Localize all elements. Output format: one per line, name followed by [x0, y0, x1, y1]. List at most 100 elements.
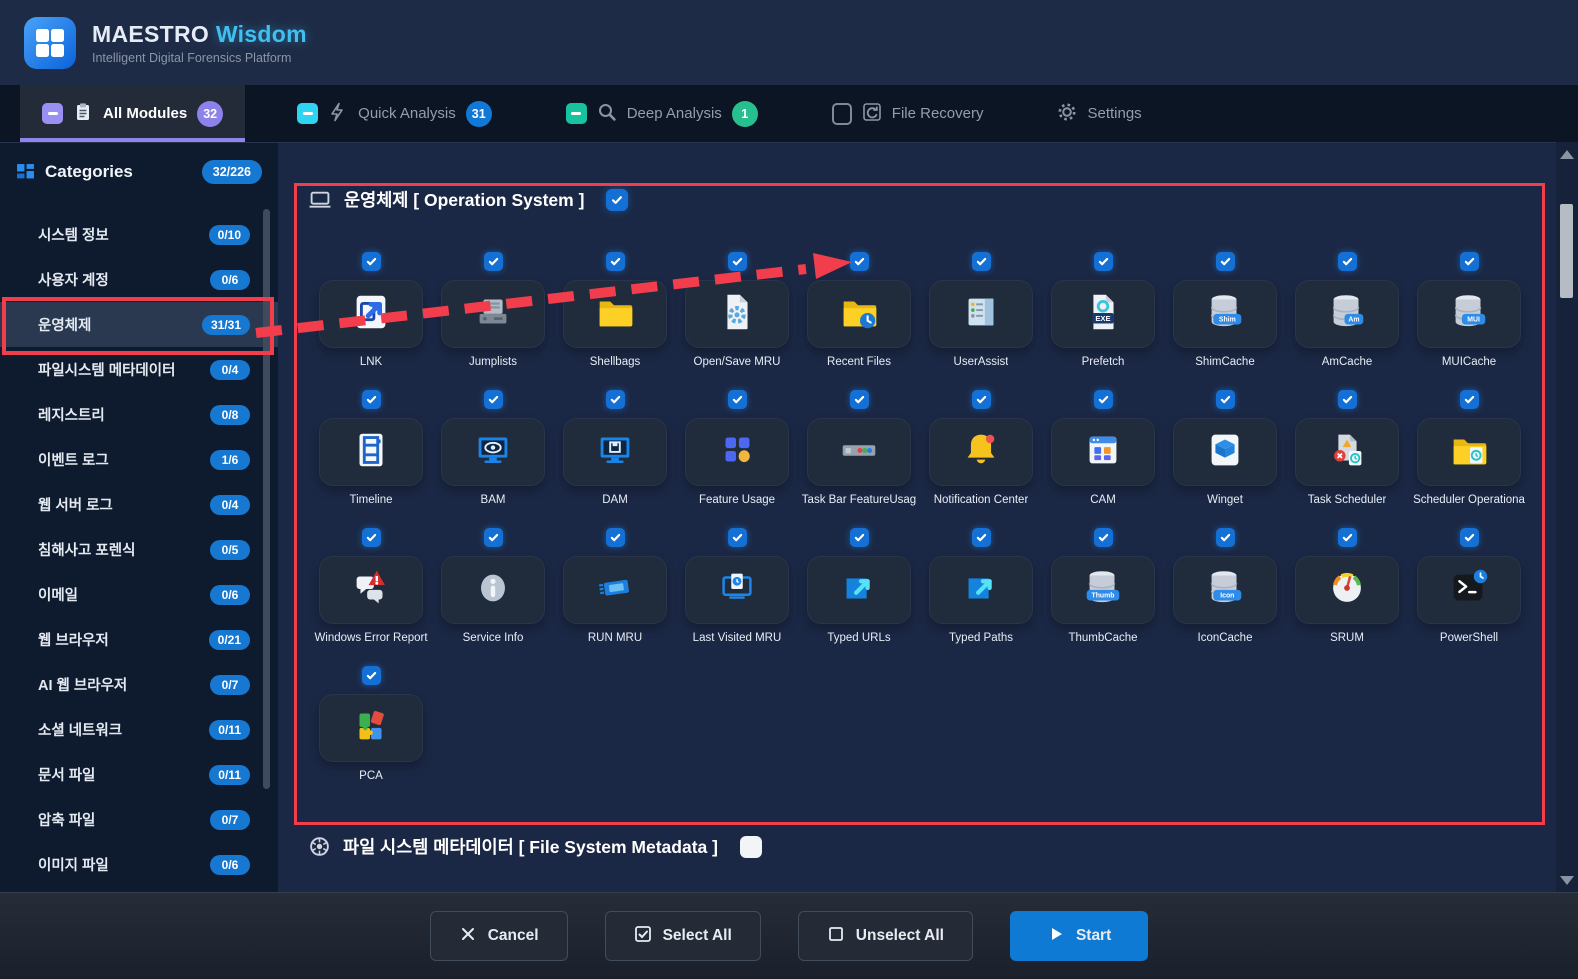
module-tile[interactable]	[319, 280, 423, 348]
sidebar-item-침해사고-포렌식[interactable]: 침해사고 포렌식 0/5	[0, 527, 278, 572]
module-checkbox[interactable]	[1215, 252, 1235, 271]
module-tile[interactable]	[563, 280, 667, 348]
sidebar-item-웹-서버-로그[interactable]: 웹 서버 로그 0/4	[0, 482, 278, 527]
module-checkbox[interactable]	[1337, 252, 1357, 271]
module-checkbox[interactable]	[1215, 390, 1235, 409]
module-checkbox[interactable]	[605, 528, 625, 547]
tab-file-recovery[interactable]: File Recovery	[810, 85, 1006, 142]
sidebar-item-웹-브라우저[interactable]: 웹 브라우저 0/21	[0, 617, 278, 662]
sidebar-item-운영체제[interactable]: 운영체제 31/31	[0, 302, 278, 347]
categories-header: Categories 32/226	[0, 143, 278, 194]
module-tile[interactable]	[685, 556, 789, 624]
module-tile[interactable]	[1417, 418, 1521, 486]
module-checkbox[interactable]	[483, 528, 503, 547]
select-all-button[interactable]: Select All	[604, 911, 761, 961]
sidebar-scrollbar-thumb[interactable]	[263, 209, 270, 789]
module-checkbox[interactable]	[1337, 528, 1357, 547]
module-tile[interactable]: MUI	[1417, 280, 1521, 348]
tab-deep-analysis[interactable]: Deep Analysis 1	[544, 85, 780, 142]
module-checkbox[interactable]	[483, 252, 503, 271]
module-checkbox[interactable]	[971, 390, 991, 409]
scroll-down-arrow[interactable]	[1560, 876, 1574, 885]
module-tile[interactable]	[929, 556, 1033, 624]
module-tile[interactable]	[807, 280, 911, 348]
module-tile[interactable]	[929, 418, 1033, 486]
module-checkbox[interactable]	[361, 252, 381, 271]
sidebar-item-레지스트리[interactable]: 레지스트리 0/8	[0, 392, 278, 437]
module-tile[interactable]	[685, 418, 789, 486]
module-tile[interactable]	[441, 418, 545, 486]
module-checkbox[interactable]	[1459, 252, 1479, 271]
module-tile[interactable]	[685, 280, 789, 348]
section-checkbox[interactable]	[606, 188, 629, 211]
sidebar-item-소셜-네트워크[interactable]: 소셜 네트워크 0/11	[0, 707, 278, 752]
cancel-button[interactable]: Cancel	[429, 911, 568, 961]
module-checkbox[interactable]	[361, 528, 381, 547]
sidebar-item-시스템-정보[interactable]: 시스템 정보 0/10	[0, 212, 278, 257]
module-checkbox[interactable]	[1215, 528, 1235, 547]
module-tile[interactable]	[1417, 556, 1521, 624]
module-checkbox[interactable]	[1093, 390, 1113, 409]
section-checkbox[interactable]	[739, 835, 762, 858]
module-label: PCA	[359, 770, 383, 782]
module-tile[interactable]	[807, 556, 911, 624]
module-tile[interactable]	[563, 418, 667, 486]
module-checkbox[interactable]	[971, 528, 991, 547]
sidebar-item-이벤트-로그[interactable]: 이벤트 로그 1/6	[0, 437, 278, 482]
module-checkbox[interactable]	[1459, 390, 1479, 409]
module-checkbox[interactable]	[971, 252, 991, 271]
sidebar-item-이메일[interactable]: 이메일 0/6	[0, 572, 278, 617]
sidebar-item-사용자-계정[interactable]: 사용자 계정 0/6	[0, 257, 278, 302]
module-checkbox[interactable]	[849, 252, 869, 271]
module-checkbox[interactable]	[727, 390, 747, 409]
module-tile[interactable]: Thumb	[1051, 556, 1155, 624]
module-tile[interactable]	[319, 556, 423, 624]
sidebar-item-이미지-파일[interactable]: 이미지 파일 0/6	[0, 842, 278, 887]
module-checkbox[interactable]	[361, 390, 381, 409]
module-checkbox[interactable]	[727, 528, 747, 547]
module-tile[interactable]	[1295, 556, 1399, 624]
module-tile[interactable]	[319, 694, 423, 762]
module-checkbox[interactable]	[849, 528, 869, 547]
module-checkbox[interactable]	[727, 252, 747, 271]
tab-state-checkbox[interactable]	[565, 103, 587, 124]
tab-state-checkbox[interactable]	[831, 102, 852, 125]
sidebar-item-압축-파일[interactable]: 압축 파일 0/7	[0, 797, 278, 842]
sidebar-item-ai-웹-브라우저[interactable]: AI 웹 브라우저 0/7	[0, 662, 278, 707]
module-tile[interactable]: Am	[1295, 280, 1399, 348]
module-checkbox[interactable]	[483, 390, 503, 409]
module-checkbox[interactable]	[1093, 528, 1113, 547]
module-tile[interactable]	[1051, 418, 1155, 486]
module-tile[interactable]: Icon	[1173, 556, 1277, 624]
tab-state-checkbox[interactable]	[42, 103, 63, 124]
module-checkbox[interactable]	[1093, 252, 1113, 271]
unselect-all-button[interactable]: Unselect All	[797, 911, 973, 961]
module-checkbox[interactable]	[605, 390, 625, 409]
module-checkbox[interactable]	[1459, 528, 1479, 547]
module-tile[interactable]	[1173, 418, 1277, 486]
sidebar-item-문서-파일[interactable]: 문서 파일 0/11	[0, 752, 278, 797]
tab-all-modules[interactable]: All Modules 32	[20, 85, 246, 142]
module-checkbox[interactable]	[361, 666, 381, 685]
tab-quick-analysis[interactable]: Quick Analysis 31	[275, 85, 514, 142]
tab-settings[interactable]: Settings	[1035, 85, 1163, 142]
scroll-up-arrow[interactable]	[1560, 150, 1574, 159]
app-header: MAESTRO Wisdom Intelligent Digital Foren…	[0, 0, 1578, 85]
module-tile[interactable]	[441, 556, 545, 624]
section-title: 운영체제 [ Operation System ]	[344, 190, 585, 210]
main-scrollbar-thumb[interactable]	[1560, 204, 1573, 298]
module-tile[interactable]	[319, 418, 423, 486]
module-checkbox[interactable]	[849, 390, 869, 409]
module-tile[interactable]	[563, 556, 667, 624]
module-tile[interactable]	[1295, 418, 1399, 486]
module-tile[interactable]	[441, 280, 545, 348]
sidebar-item-파일시스템-메타데이터[interactable]: 파일시스템 메타데이터 0/4	[0, 347, 278, 392]
module-checkbox[interactable]	[605, 252, 625, 271]
module-checkbox[interactable]	[1337, 390, 1357, 409]
tab-state-checkbox[interactable]	[297, 103, 319, 124]
module-tile[interactable]	[929, 280, 1033, 348]
module-tile[interactable]: EXE	[1051, 280, 1155, 348]
module-tile[interactable]	[807, 418, 911, 486]
start-button[interactable]: Start	[1009, 911, 1149, 961]
module-tile[interactable]: Shim	[1173, 280, 1277, 348]
